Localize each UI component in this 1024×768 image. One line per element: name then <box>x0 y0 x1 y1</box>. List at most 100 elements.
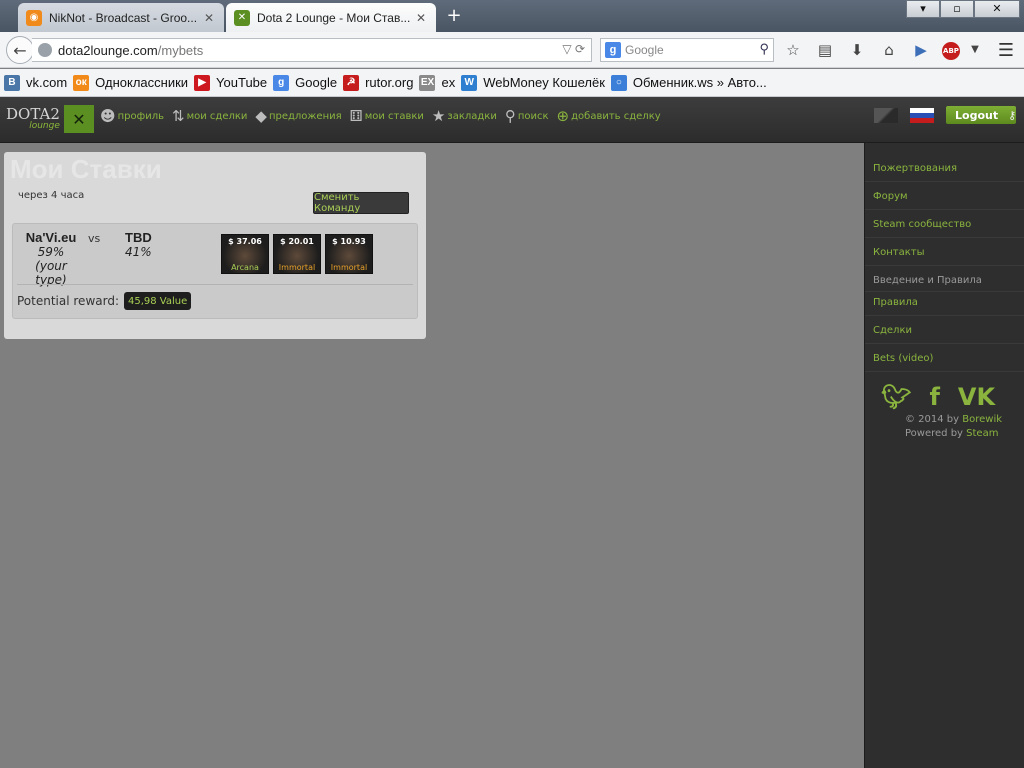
vk-icon[interactable]: VK <box>958 383 995 411</box>
search-input[interactable]: g Google ⚲ <box>600 38 774 62</box>
adblock-menu-chevron-icon[interactable]: ▼ <box>970 40 980 60</box>
facebook-icon[interactable]: f <box>929 383 939 411</box>
menu-item[interactable]: ⊕ добавить сделку <box>557 107 661 125</box>
tab-title: NikNot - Broadcast - Groo... <box>49 10 198 25</box>
sidebar-link-donations[interactable]: Пожертвования <box>873 163 957 174</box>
menu-item-label: добавить сделку <box>571 110 661 122</box>
key-icon: ⚷ <box>1008 108 1017 122</box>
plus-icon: ⊕ <box>556 107 570 125</box>
home-icon[interactable]: ⌂ <box>878 40 900 60</box>
tab-dota2lounge[interactable]: ✕ Dota 2 Lounge - Мои Став... ✕ <box>226 3 436 32</box>
logo-text: DOTA2 <box>6 104 60 123</box>
author-link[interactable]: Borewik <box>962 414 1002 425</box>
steam-link[interactable]: Steam <box>966 428 998 439</box>
minimize-icon[interactable]: ▾ <box>906 0 940 18</box>
team1-name: Na'Vi.eu <box>25 230 77 245</box>
back-arrow-icon[interactable]: ← <box>6 36 34 64</box>
bookmark-label: YouTube <box>216 75 268 90</box>
reload-icon[interactable]: ▽ ⟳ <box>562 42 585 56</box>
search-icon[interactable]: ⚲ <box>759 41 769 57</box>
bookmark-item[interactable]: ок Одноклассники <box>73 74 188 91</box>
tab-close-icon[interactable]: ✕ <box>414 11 428 25</box>
powered-prefix: Powered by <box>905 428 963 439</box>
change-team-button[interactable]: Сменить Команду <box>313 192 409 214</box>
divider <box>17 284 413 285</box>
dota-logo-icon: ✕ <box>63 105 94 133</box>
bookmark-label: Обменник.ws » Авто... <box>632 75 767 90</box>
menu-item[interactable]: ☻ профиль <box>100 107 164 125</box>
menu-item-label: предложения <box>268 110 342 122</box>
bookmark-item[interactable]: ▶ YouTube <box>194 74 268 91</box>
flag-en-icon[interactable] <box>874 108 898 123</box>
google-icon: g <box>273 74 290 91</box>
download-icon[interactable]: ⬇ <box>846 40 868 60</box>
bookmark-item[interactable]: ○ Обменник.ws » Авто... <box>610 74 767 91</box>
hamburger-menu-icon[interactable]: ☰ <box>998 40 1014 61</box>
item-rarity: Immortal <box>330 263 368 272</box>
window-controls: ▾ ▫ ✕ <box>906 0 1020 18</box>
star-icon: ★ <box>431 107 446 125</box>
site-logo[interactable]: DOTA2 lounge ✕ <box>6 105 94 133</box>
menu-item[interactable]: ⇅ мои сделки <box>172 107 247 125</box>
maximize-icon[interactable]: ▫ <box>940 0 974 18</box>
site-header: DOTA2 lounge ✕ ☻ профиль ⇅ мои сделки ◆ предл… <box>0 97 1024 143</box>
adblock-icon[interactable]: ABP <box>942 41 960 60</box>
bookmark-star-icon[interactable]: ☆ <box>782 40 804 60</box>
sidebar-link-bets-video[interactable]: Bets (video) <box>873 353 933 364</box>
sidebar-heading-rules: Введение и Правила <box>873 275 982 286</box>
menu-item-label: поиск <box>517 110 549 122</box>
divider <box>865 209 1024 210</box>
menu-item[interactable]: ⚅ мои ставки <box>350 107 424 125</box>
dice-icon: ⚅ <box>349 107 363 125</box>
team1-block: Na'Vi.eu 59% (your type) <box>21 230 81 287</box>
reward-value-badge: 45,98 Value <box>124 292 192 310</box>
bookmark-item[interactable]: Bvk.com <box>4 74 68 91</box>
bet-match-card[interactable]: Na'Vi.eu 59% (your type) vs TBD 41% $ 37… <box>12 223 418 319</box>
bookmarks-bar: Bvk.com ок Одноклассники ▶ YouTube g Google ☭ ru… <box>0 69 1024 97</box>
tab-niknot[interactable]: ◉ NikNot - Broadcast - Groo... ✕ <box>18 3 224 32</box>
divider <box>865 265 1024 266</box>
twitter-icon[interactable]: 🐦︎ <box>881 383 911 411</box>
item-rarity: Immortal <box>278 263 316 272</box>
menu-item[interactable]: ★ закладки <box>432 107 497 125</box>
webmoney-icon: W <box>461 74 478 91</box>
toolbar-icons: ☆ ▤ ⬇ ⌂ ▶ ABP ▼ <box>782 40 980 60</box>
right-sidebar: Пожертвования Форум Steam сообщество Кон… <box>864 143 1024 768</box>
bet-item[interactable]: $ 10.93 Immortal <box>325 234 373 274</box>
menu-item-label: закладки <box>447 110 497 122</box>
pocket-icon[interactable]: ▶ <box>910 40 932 60</box>
sidebar-link-trades[interactable]: Сделки <box>873 325 912 336</box>
item-price: $ 20.01 <box>280 237 314 246</box>
ex-icon: EX <box>419 74 436 91</box>
tab-close-icon[interactable]: ✕ <box>202 11 216 25</box>
divider <box>865 291 1024 292</box>
url-bar[interactable]: dota2lounge.com /mybets ▽ ⟳ <box>32 38 592 62</box>
bet-item[interactable]: $ 20.01 Immortal <box>273 234 321 274</box>
bookmark-item[interactable]: ☭ rutor.org <box>343 74 413 91</box>
page-title: Мои Ставки <box>10 154 162 184</box>
bookmark-item[interactable]: W WebMoney Кошелёк <box>461 74 605 91</box>
dota-favicon-icon: ✕ <box>234 9 250 26</box>
bet-item[interactable]: $ 37.06 Arcana <box>221 234 269 274</box>
menu-item-label: мои сделки <box>186 110 248 122</box>
reward-label: Potential reward: <box>17 294 119 308</box>
divider <box>865 181 1024 182</box>
bookmark-item[interactable]: g Google <box>273 74 337 91</box>
bookmark-item[interactable]: EX ex <box>419 74 456 91</box>
flag-ru-icon[interactable] <box>910 108 934 123</box>
vs-label: vs <box>88 232 101 245</box>
window-close-icon[interactable]: ✕ <box>974 0 1020 18</box>
rutor-icon: ☭ <box>343 74 360 91</box>
logout-button[interactable]: Logout ⚷ <box>946 106 1016 124</box>
bookmark-label: ex <box>441 75 456 90</box>
sidebar-link-forum[interactable]: Форум <box>873 191 908 202</box>
new-tab-icon[interactable]: + <box>444 6 464 26</box>
menu-item[interactable]: ⚲ поиск <box>505 107 549 125</box>
sidebar-link-contacts[interactable]: Контакты <box>873 247 924 258</box>
sidebar-link-rules[interactable]: Правила <box>873 297 918 308</box>
reading-list-icon[interactable]: ▤ <box>814 40 836 60</box>
google-search-icon: g <box>605 42 621 58</box>
bookmark-label: vk.com <box>26 75 68 90</box>
menu-item[interactable]: ◆ предложения <box>255 107 341 125</box>
sidebar-link-steam-community[interactable]: Steam сообщество <box>873 219 971 230</box>
